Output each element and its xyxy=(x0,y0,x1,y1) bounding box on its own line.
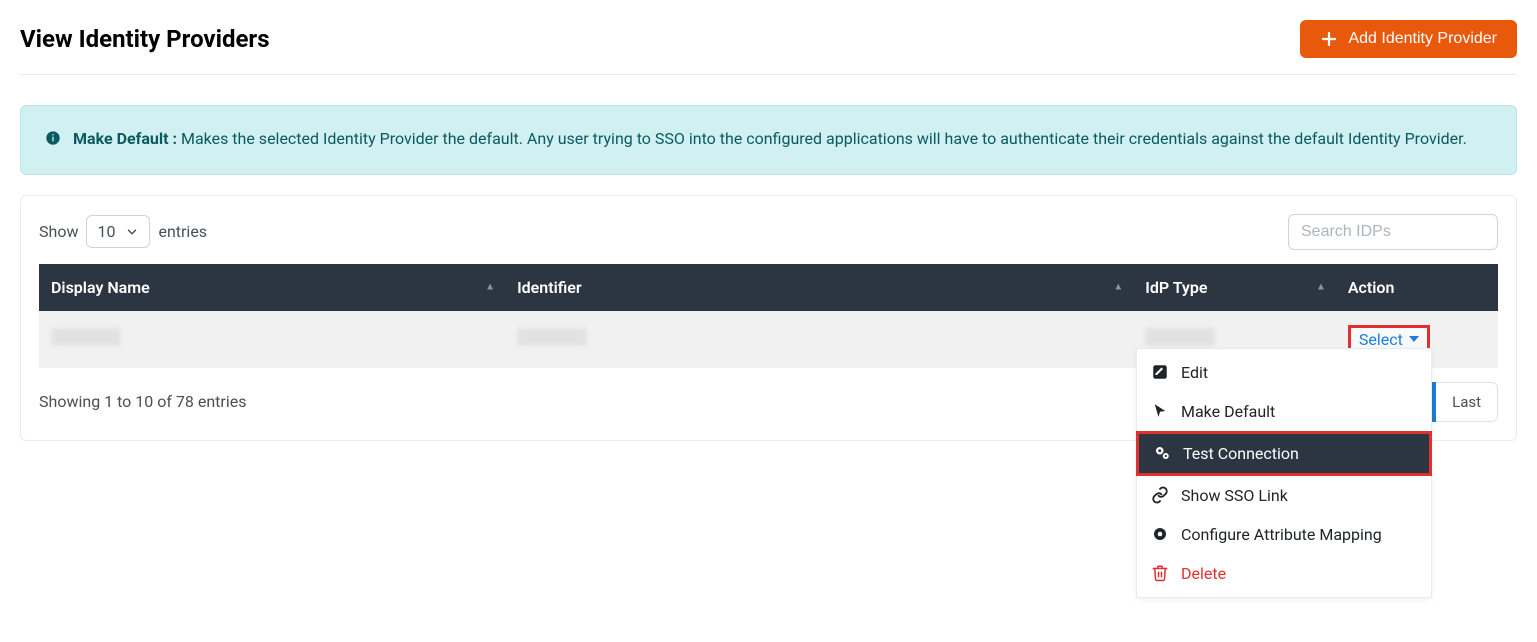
col-idp-type[interactable]: IdP Type▲ xyxy=(1133,264,1336,311)
menu-configure-attribute-mapping[interactable]: Configure Attribute Mapping xyxy=(1137,515,1431,554)
col-identifier[interactable]: Identifier▲ xyxy=(505,264,1133,311)
chevron-down-icon xyxy=(125,225,139,239)
plus-icon xyxy=(1320,30,1338,48)
sort-indicator-icon: ▲ xyxy=(1113,282,1123,293)
page-title: View Identity Providers xyxy=(20,25,270,53)
sort-indicator-icon: ▲ xyxy=(1316,282,1326,293)
link-icon xyxy=(1151,486,1169,504)
add-identity-provider-button[interactable]: Add Identity Provider xyxy=(1300,20,1517,58)
banner-lead: Make Default : xyxy=(73,129,177,148)
action-dropdown-menu: Edit Make Default Test Connection Show S… xyxy=(1136,348,1432,598)
blurred-value xyxy=(51,328,121,346)
banner-text: Makes the selected Identity Provider the… xyxy=(177,129,1467,148)
menu-delete[interactable]: Delete xyxy=(1137,554,1431,593)
menu-show-sso-link[interactable]: Show SSO Link xyxy=(1137,476,1431,515)
search-input[interactable] xyxy=(1288,214,1498,250)
add-button-label: Add Identity Provider xyxy=(1348,30,1497,48)
trash-icon xyxy=(1151,564,1169,582)
col-action: Action xyxy=(1336,264,1498,311)
show-label: Show xyxy=(39,222,78,241)
edit-icon xyxy=(1151,363,1169,381)
info-icon xyxy=(45,128,61,154)
menu-test-connection[interactable]: Test Connection xyxy=(1136,431,1432,476)
caret-down-icon xyxy=(1409,334,1419,344)
action-select-label: Select xyxy=(1359,330,1403,349)
table-info: Showing 1 to 10 of 78 entries xyxy=(39,392,246,411)
sort-indicator-icon: ▲ xyxy=(485,282,495,293)
idp-card: Show 10 entries Display Name▲ Identifier… xyxy=(20,195,1517,441)
gears-icon xyxy=(1153,444,1171,462)
entries-count-value: 10 xyxy=(97,222,115,241)
entries-count-select[interactable]: 10 xyxy=(86,215,150,248)
blurred-value xyxy=(517,328,587,346)
entries-label: entries xyxy=(158,222,207,241)
cursor-icon xyxy=(1151,402,1169,420)
info-banner: Make Default : Makes the selected Identi… xyxy=(20,105,1517,175)
page-last-button[interactable]: Last xyxy=(1436,382,1498,422)
menu-make-default[interactable]: Make Default xyxy=(1137,392,1431,431)
col-display-name[interactable]: Display Name▲ xyxy=(39,264,505,311)
blurred-value xyxy=(1145,328,1215,346)
gear-icon xyxy=(1151,525,1169,543)
menu-edit[interactable]: Edit xyxy=(1137,353,1431,392)
